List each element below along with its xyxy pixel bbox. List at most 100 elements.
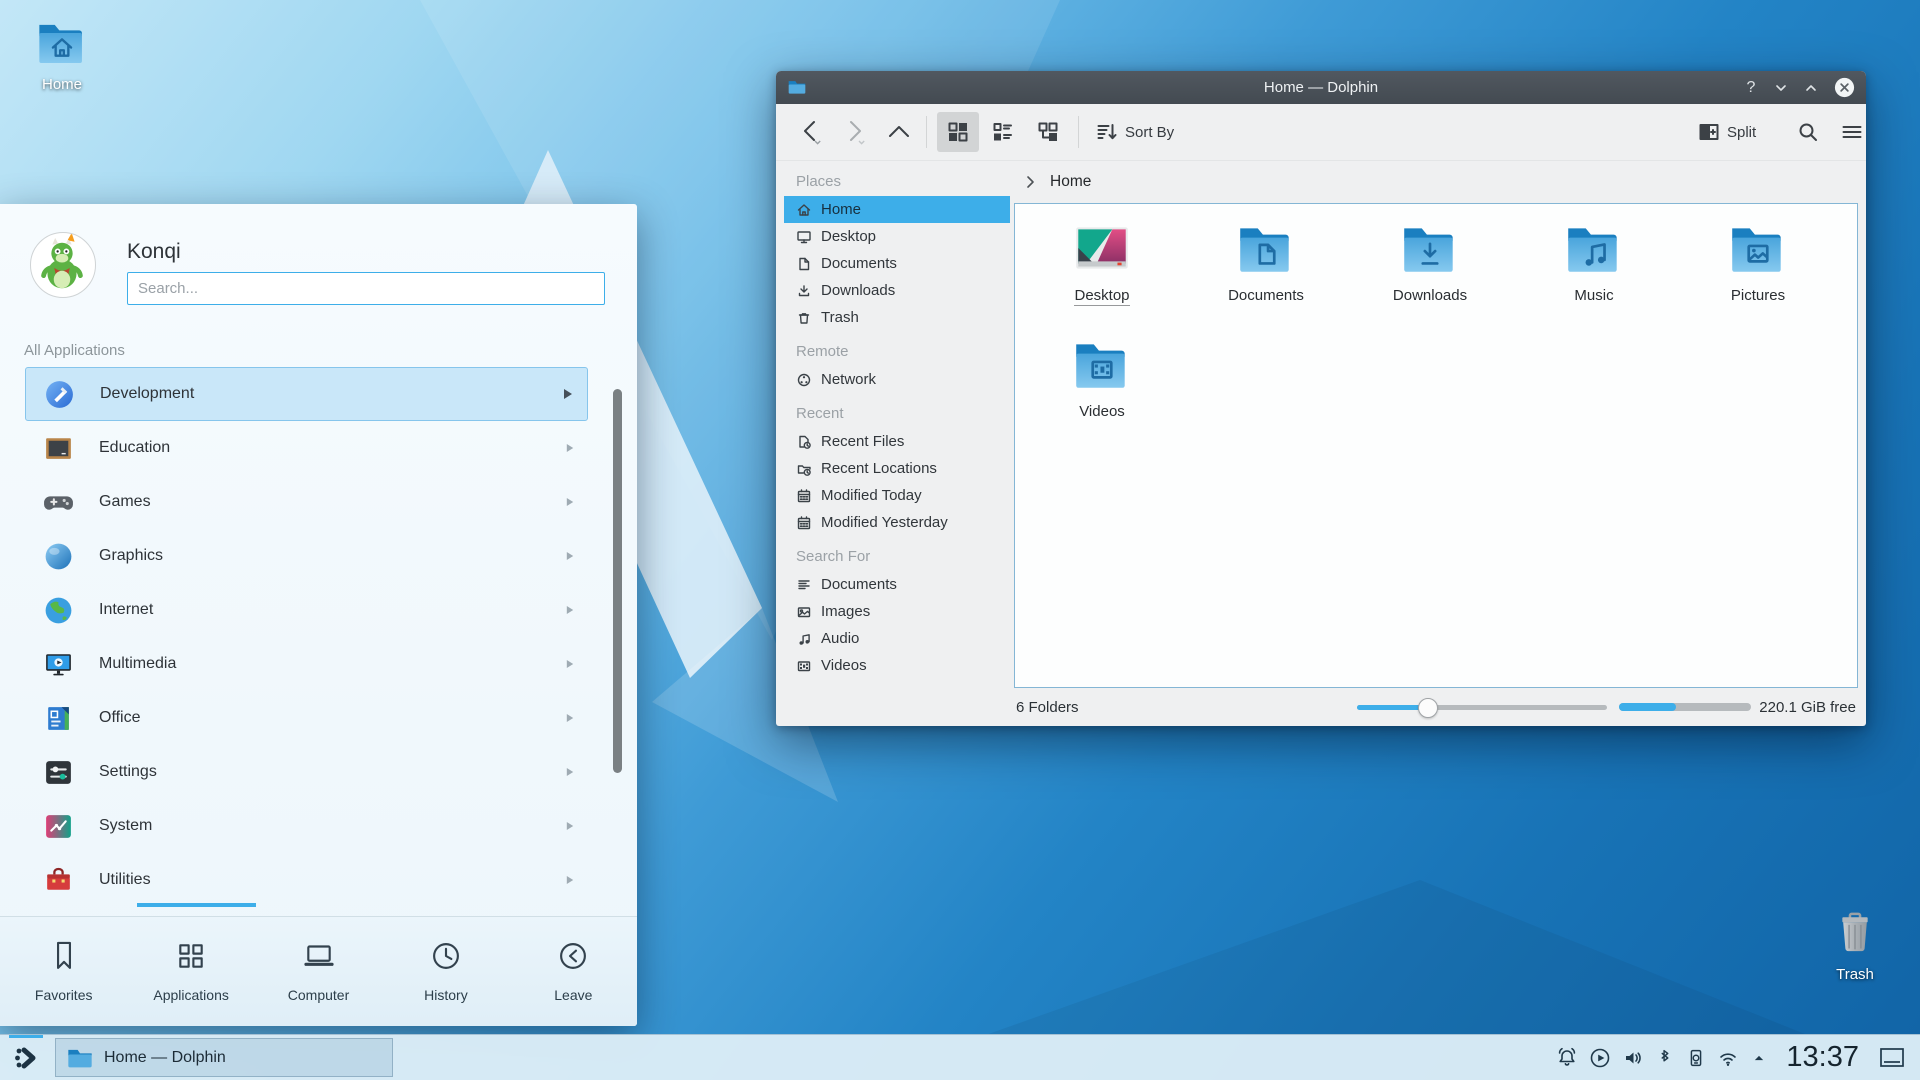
- category-games[interactable]: Games: [25, 475, 588, 529]
- titlebar[interactable]: Home — Dolphin ?: [776, 71, 1866, 104]
- launcher-scrollbar[interactable]: [613, 389, 622, 773]
- kdeconnect-phone-icon[interactable]: [1685, 1047, 1707, 1069]
- places-remote-header: Remote: [784, 339, 1010, 366]
- places-item-downloads[interactable]: Downloads: [784, 277, 1010, 304]
- category-utilities[interactable]: Utilities: [25, 853, 588, 907]
- search-button[interactable]: [1788, 112, 1828, 152]
- taskbar: Home — Dolphin 13:37: [0, 1034, 1920, 1080]
- dolphin-task-icon: [66, 1044, 94, 1072]
- notifications-icon[interactable]: [1555, 1046, 1579, 1070]
- places-item-recent-files[interactable]: Recent Files: [784, 428, 1010, 455]
- download-icon: [796, 283, 812, 299]
- forward-button[interactable]: [836, 112, 874, 152]
- desktop-icon-home[interactable]: Home: [20, 14, 104, 93]
- places-item-label: Modified Today: [821, 487, 922, 504]
- music-folder-icon: [1561, 216, 1627, 282]
- places-item-search-documents[interactable]: Documents: [784, 571, 1010, 598]
- task-label: Home — Dolphin: [104, 1049, 226, 1067]
- desktop-icon-trash[interactable]: Trash: [1819, 908, 1891, 983]
- places-panel: Places Home Desktop Documents Downloads …: [784, 165, 1010, 726]
- places-item-label: Documents: [821, 576, 897, 593]
- category-system[interactable]: System: [25, 799, 588, 853]
- maximize-button[interactable]: [1803, 80, 1819, 96]
- home-icon: [796, 202, 812, 218]
- tree-view-button[interactable]: [1027, 112, 1069, 152]
- close-button[interactable]: [1833, 76, 1856, 99]
- submenu-arrow-icon: [566, 551, 574, 561]
- minimize-button[interactable]: [1773, 80, 1789, 96]
- places-item-recent-locations[interactable]: Recent Locations: [784, 455, 1010, 482]
- folder-view[interactable]: Desktop Documents Downloads: [1014, 203, 1858, 688]
- places-item-desktop[interactable]: Desktop: [784, 223, 1010, 250]
- category-office[interactable]: Office: [25, 691, 588, 745]
- application-launcher: Konqi All Applications Development Educa…: [0, 204, 637, 1026]
- category-multimedia[interactable]: Multimedia: [25, 637, 588, 691]
- tab-computer[interactable]: Computer: [255, 917, 382, 1026]
- category-internet[interactable]: Internet: [25, 583, 588, 637]
- places-item-modified-today[interactable]: Modified Today: [784, 482, 1010, 509]
- places-header: Places: [784, 169, 1010, 196]
- places-item-home[interactable]: Home: [784, 196, 1010, 223]
- taskbar-task-dolphin[interactable]: Home — Dolphin: [55, 1038, 393, 1077]
- wifi-icon[interactable]: [1716, 1046, 1740, 1070]
- places-item-label: Documents: [821, 255, 897, 272]
- folder-item-downloads[interactable]: Downloads: [1351, 216, 1509, 332]
- places-item-modified-yesterday[interactable]: Modified Yesterday: [784, 509, 1010, 536]
- media-player-icon[interactable]: [1588, 1046, 1612, 1070]
- show-desktop-button[interactable]: [1878, 1045, 1906, 1071]
- category-development[interactable]: Development: [25, 367, 588, 421]
- launcher-button[interactable]: [0, 1035, 53, 1080]
- tab-history[interactable]: History: [382, 917, 509, 1026]
- places-item-label: Modified Yesterday: [821, 514, 948, 531]
- tab-favorites[interactable]: Favorites: [0, 917, 127, 1026]
- help-button[interactable]: ?: [1743, 79, 1759, 97]
- icons-view-button[interactable]: [937, 112, 979, 152]
- sort-by-button[interactable]: Sort By: [1090, 112, 1204, 152]
- places-item-search-audio[interactable]: Audio: [784, 625, 1010, 652]
- free-space-bar: [1619, 703, 1751, 711]
- category-graphics[interactable]: Graphics: [25, 529, 588, 583]
- tab-leave[interactable]: Leave: [510, 917, 637, 1026]
- places-item-trash[interactable]: Trash: [784, 304, 1010, 331]
- tab-applications[interactable]: Applications: [127, 917, 254, 1026]
- graphics-icon: [42, 540, 75, 573]
- back-button[interactable]: [792, 112, 830, 152]
- places-item-documents[interactable]: Documents: [784, 250, 1010, 277]
- zoom-slider-handle[interactable]: [1418, 698, 1438, 718]
- development-icon: [43, 378, 76, 411]
- category-label: System: [99, 817, 152, 835]
- folder-item-music[interactable]: Music: [1515, 216, 1673, 332]
- breadcrumb-location[interactable]: Home: [1050, 173, 1091, 191]
- category-settings[interactable]: Settings: [25, 745, 588, 799]
- bluetooth-icon[interactable]: [1654, 1047, 1676, 1069]
- split-button[interactable]: Split: [1692, 112, 1788, 152]
- category-education[interactable]: Education: [25, 421, 588, 475]
- tray-expander-icon[interactable]: [1749, 1048, 1769, 1068]
- hamburger-menu-button[interactable]: [1832, 112, 1872, 152]
- category-label: Internet: [99, 601, 153, 619]
- breadcrumb[interactable]: Home: [1014, 161, 1866, 203]
- places-item-search-images[interactable]: Images: [784, 598, 1010, 625]
- details-view-button[interactable]: [982, 112, 1024, 152]
- places-item-search-videos[interactable]: Videos: [784, 652, 1010, 679]
- trash-icon: [1828, 908, 1882, 962]
- office-icon: [42, 702, 75, 735]
- folder-item-label: Documents: [1228, 287, 1304, 304]
- split-label: Split: [1727, 124, 1756, 141]
- folder-item-documents[interactable]: Documents: [1187, 216, 1345, 332]
- volume-icon[interactable]: [1621, 1046, 1645, 1070]
- places-item-label: Desktop: [821, 228, 876, 245]
- clock[interactable]: 13:37: [1786, 1041, 1859, 1074]
- games-icon: [42, 486, 75, 519]
- avatar[interactable]: [30, 232, 96, 298]
- clock-icon: [427, 937, 465, 975]
- folder-item-pictures[interactable]: Pictures: [1679, 216, 1837, 332]
- folder-item-label: Pictures: [1731, 287, 1785, 304]
- folder-item-videos[interactable]: Videos: [1023, 332, 1181, 448]
- submenu-arrow-icon: [566, 443, 574, 453]
- up-button[interactable]: [880, 112, 918, 152]
- places-item-network[interactable]: Network: [784, 366, 1010, 393]
- folder-item-desktop[interactable]: Desktop: [1023, 216, 1181, 332]
- search-input[interactable]: [127, 272, 605, 305]
- zoom-slider[interactable]: [1357, 698, 1607, 716]
